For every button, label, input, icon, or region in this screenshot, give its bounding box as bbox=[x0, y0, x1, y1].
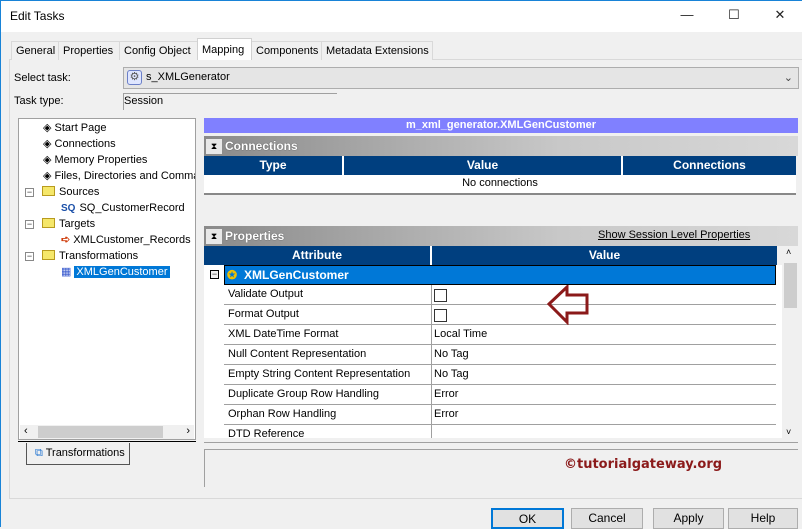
column-header-connections: Connections bbox=[623, 156, 796, 175]
tab-components[interactable]: Components bbox=[251, 41, 322, 60]
collapse-properties-icon[interactable]: ⧗ bbox=[206, 229, 222, 244]
source-qualifier-icon: SQ bbox=[61, 203, 76, 214]
tree-item-targets[interactable]: Targets bbox=[42, 216, 95, 232]
cancel-button[interactable]: Cancel bbox=[571, 508, 643, 529]
properties-grid: − ✪ XMLGenCustomer Validate Output Format… bbox=[204, 265, 782, 438]
close-button[interactable]: ✕ bbox=[770, 7, 790, 25]
scroll-left-icon[interactable]: ‹ bbox=[24, 425, 28, 437]
tree-item-connections[interactable]: ◈ Connections bbox=[43, 136, 116, 152]
select-task-dropdown[interactable]: ⚙ s_XMLGenerator ⌄ bbox=[123, 67, 799, 89]
scroll-thumb[interactable] bbox=[784, 263, 797, 308]
tab-properties[interactable]: Properties bbox=[58, 41, 120, 60]
property-row[interactable]: Orphan Row Handling Error bbox=[224, 405, 776, 425]
tab-general[interactable]: General bbox=[11, 41, 59, 60]
scroll-thumb[interactable] bbox=[38, 426, 163, 438]
transformations-icon: ⧉ bbox=[35, 447, 46, 459]
tree-item-files-directories[interactable]: ◈ Files, Directories and Commands bbox=[43, 168, 195, 184]
property-row[interactable]: Empty String Content Representation No Ta… bbox=[224, 365, 776, 385]
group-row[interactable]: ✪ XMLGenCustomer bbox=[224, 265, 776, 285]
scroll-right-icon[interactable]: › bbox=[186, 425, 190, 437]
page-icon: ◈ bbox=[43, 138, 55, 150]
help-button[interactable]: Help bbox=[728, 508, 798, 529]
target-icon: ➪ bbox=[61, 234, 71, 246]
property-row[interactable]: DTD Reference bbox=[224, 425, 776, 438]
column-header-value: Value bbox=[344, 156, 623, 175]
session-gear-icon: ⚙ bbox=[127, 70, 142, 85]
tab-transformations-bottom[interactable]: ⧉ Transformations bbox=[26, 443, 130, 465]
task-type-label: Task type: bbox=[14, 95, 64, 107]
property-row[interactable]: Null Content Representation No Tag bbox=[224, 345, 776, 365]
show-session-level-properties-link[interactable]: Show Session Level Properties bbox=[598, 229, 750, 241]
tab-config-object[interactable]: Config Object bbox=[119, 41, 198, 60]
column-header-value: Value bbox=[432, 246, 777, 265]
column-header-attribute: Attribute bbox=[204, 246, 432, 265]
scroll-up-icon[interactable]: ˄ bbox=[786, 247, 791, 257]
select-task-label: Select task: bbox=[14, 72, 71, 84]
tree-item-transformations[interactable]: Transformations bbox=[42, 248, 138, 264]
page-icon: ◈ bbox=[43, 170, 55, 182]
title-bar: Edit Tasks — ☐ ✕ bbox=[1, 1, 802, 32]
tree-item-memory-properties[interactable]: ◈ Memory Properties bbox=[43, 152, 147, 168]
connections-empty-text: No connections bbox=[204, 175, 796, 195]
property-row[interactable]: Duplicate Group Row Handling Error bbox=[224, 385, 776, 405]
properties-title: Properties bbox=[225, 229, 285, 243]
format-output-checkbox[interactable] bbox=[434, 309, 447, 322]
watermark: ©tutorialgateway.org bbox=[564, 457, 723, 472]
tree-horizontal-scrollbar[interactable]: ‹ › bbox=[20, 425, 194, 439]
collapse-sources-toggle[interactable]: − bbox=[25, 188, 34, 197]
window-title: Edit Tasks bbox=[10, 9, 65, 23]
mapping-header: m_xml_generator.XMLGenCustomer bbox=[204, 118, 798, 133]
tab-metadata-extensions[interactable]: Metadata Extensions bbox=[321, 41, 433, 60]
column-header-type: Type bbox=[204, 156, 344, 175]
tree-item-xmlcustomer-records[interactable]: ➪ XMLCustomer_Records bbox=[61, 232, 191, 248]
validate-output-checkbox[interactable] bbox=[434, 289, 447, 302]
properties-vertical-scrollbar[interactable]: ˄ ˅ bbox=[783, 246, 798, 438]
divider bbox=[204, 442, 798, 443]
scroll-down-icon[interactable]: ˅ bbox=[786, 427, 791, 437]
collapse-targets-toggle[interactable]: − bbox=[25, 220, 34, 229]
tree-item-start-page[interactable]: ◈ Start Page bbox=[43, 120, 107, 136]
property-row[interactable]: XML DateTime Format Local Time bbox=[224, 325, 776, 345]
xml-generator-icon: ▦ bbox=[61, 266, 72, 278]
properties-section-bar: ⧗ Properties Show Session Level Properti… bbox=[204, 226, 798, 246]
collapse-transformations-toggle[interactable]: − bbox=[25, 252, 34, 261]
ok-button[interactable]: OK bbox=[491, 508, 564, 529]
navigation-tree: ◈ Start Page ◈ Connections ◈ Memory Prop… bbox=[18, 118, 196, 440]
folder-icon bbox=[42, 186, 55, 196]
folder-icon bbox=[42, 218, 55, 228]
minimize-button[interactable]: — bbox=[677, 7, 697, 25]
tree-item-xmlgencustomer[interactable]: ▦ XMLGenCustomer bbox=[61, 264, 170, 280]
edit-tasks-dialog: Edit Tasks — ☐ ✕ General Properties Conf… bbox=[0, 0, 802, 529]
select-task-value: s_XMLGenerator bbox=[146, 71, 230, 83]
apply-button[interactable]: Apply bbox=[653, 508, 724, 529]
connections-section-bar: ⧗ Connections bbox=[204, 136, 798, 156]
tree-item-sq-customerrecord[interactable]: SQ SQ_CustomerRecord bbox=[61, 200, 185, 216]
tab-divider bbox=[18, 441, 196, 442]
page-icon: ◈ bbox=[43, 154, 55, 166]
property-row[interactable]: Validate Output bbox=[224, 285, 776, 305]
annotation-arrow-icon bbox=[547, 285, 589, 325]
property-row[interactable]: Format Output bbox=[224, 305, 776, 325]
maximize-button[interactable]: ☐ bbox=[724, 7, 744, 25]
page-icon: ◈ bbox=[43, 122, 55, 134]
xml-generator-icon: ✪ bbox=[227, 268, 238, 282]
collapse-group-toggle[interactable]: − bbox=[210, 270, 219, 279]
connections-title: Connections bbox=[225, 139, 298, 153]
collapse-connections-icon[interactable]: ⧗ bbox=[206, 139, 222, 154]
task-type-field: Session bbox=[123, 93, 337, 110]
folder-icon bbox=[42, 250, 55, 260]
chevron-down-icon: ⌄ bbox=[783, 72, 793, 84]
tree-item-sources[interactable]: Sources bbox=[42, 184, 99, 200]
tab-mapping[interactable]: Mapping bbox=[197, 38, 252, 60]
